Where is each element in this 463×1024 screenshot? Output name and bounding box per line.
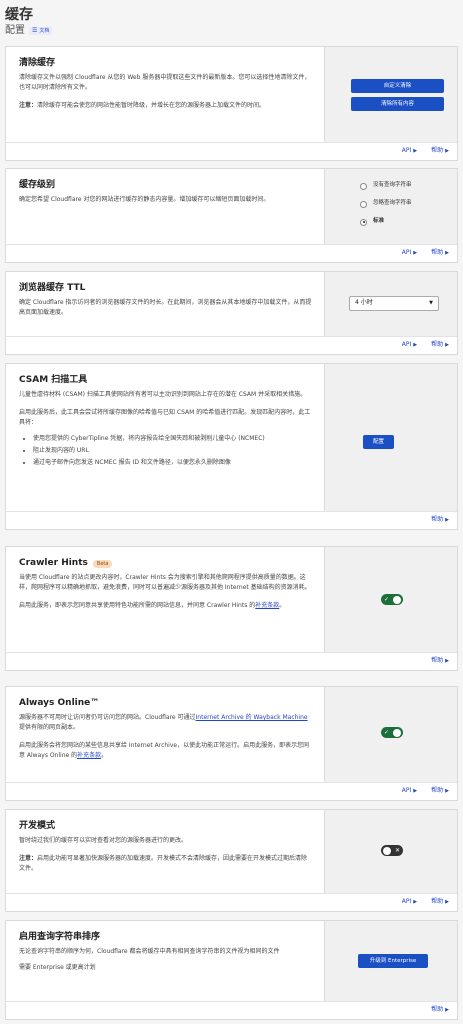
help-link[interactable]: 帮助 ▶ [431, 516, 449, 525]
api-link[interactable]: API ▶ [402, 147, 417, 156]
crawler-hints-card: Crawler Hints Beta 当使用 Cloudflare 的站点更改内… [5, 546, 458, 671]
dev-mode-note: 注意：启用此功能可显著加快源服务器的加载速度。开发模式不会清除缓存，因此需要在开… [19, 854, 312, 874]
purge-cache-title: 清除缓存 [19, 58, 56, 68]
radio-button[interactable] [360, 182, 367, 190]
query-sort-title: 启用查询字符串排序 [19, 932, 101, 942]
help-link[interactable]: 帮助 ▶ [431, 147, 449, 156]
radio-button[interactable] [360, 200, 367, 208]
configure-button[interactable]: 配置 [363, 435, 394, 449]
query-string-sort-card: 启用查询字符串排序 无论查询字符串的顺序为何，Cloudflare 都会将缓存中… [5, 920, 458, 1020]
note-label: 注意： [19, 855, 38, 863]
csam-desc-1: 儿童性虐待材料 (CSAM) 扫描工具使网站所有者可以主动识别到网站上存在的潜在… [19, 391, 307, 399]
help-link[interactable]: 帮助 ▶ [431, 341, 449, 350]
help-link[interactable]: 帮助 ▶ [431, 249, 449, 258]
help-link[interactable]: 帮助 ▶ [431, 657, 449, 666]
wayback-machine-link[interactable]: Internet Archive 的 Wayback Machine [196, 714, 308, 721]
chevron-right-icon: ▶ [445, 657, 449, 664]
always-online-toggle[interactable]: ✓ [381, 727, 403, 738]
supplemental-terms-link[interactable]: 补充条款 [77, 752, 101, 759]
dev-mode-title: 开发模式 [19, 821, 56, 831]
csam-title: CSAM 扫描工具 [19, 375, 88, 385]
chevron-right-icon: ▶ [445, 1006, 449, 1013]
toggle-knob [393, 595, 401, 604]
list-item: 阻止发现内容的 URL [33, 446, 312, 456]
chevron-right-icon: ▶ [445, 516, 449, 523]
csam-desc-2: 启用此服务后，此工具会尝试将所缓存图像的哈希值与已知 CSAM 的哈希值进行匹配… [19, 408, 312, 468]
beta-badge: Beta [92, 559, 113, 568]
help-link[interactable]: 帮助 ▶ [431, 787, 449, 796]
browser-ttl-select[interactable]: 4 小时 ▼ [349, 296, 439, 311]
csam-card: CSAM 扫描工具 儿童性虐待材料 (CSAM) 扫描工具使网站所有者可以主动识… [5, 363, 458, 530]
close-icon: ✕ [394, 847, 400, 854]
page-subtitle: 配置 ☰ 文档 [5, 24, 53, 37]
upgrade-enterprise-button[interactable]: 升级到 Enterprise [358, 954, 428, 968]
cache-level-desc: 确定您希望 Cloudflare 对您的网站进行缓存的静态内容量。增加缓存可以缩… [19, 196, 270, 204]
chevron-right-icon: ▶ [413, 249, 418, 256]
browser-ttl-card: 浏览器缓存 TTL 确定 Cloudflare 指示访问者的浏览器缓存文件的时长… [5, 271, 458, 355]
purge-cache-note: 注意：清除缓存可能会使您的网站性能暂时降级，并增长在您的源服务器上加载文件的时间… [19, 101, 312, 111]
radio-no-query-string[interactable]: 没有查询字符串 [360, 177, 457, 195]
chevron-down-icon: ▼ [429, 299, 433, 306]
always-online-desc-1: 源服务器不可用时让访问者仍可访问您的网站。Cloudflare 可通过Inter… [19, 714, 308, 732]
purge-everything-button[interactable]: 清除所有内容 [351, 97, 444, 111]
note-text: 清除缓存可能会使您的网站性能暂时降级，并增长在您的源服务器上加载文件的时间。 [37, 102, 266, 110]
always-online-desc-2: 启用此服务会将您网站的某些信息共享给 Internet Archive，以使此功… [19, 742, 310, 760]
chevron-right-icon: ▶ [413, 787, 418, 794]
cache-level-title: 缓存级别 [19, 180, 56, 190]
note-text: 启用此功能可显著加快源服务器的加载速度。开发模式不会清除缓存，因此需要在开发模式… [19, 855, 308, 873]
chevron-right-icon: ▶ [413, 898, 418, 905]
docs-icon: ☰ [32, 26, 38, 34]
page-header: 缓存 配置 ☰ 文档 [5, 6, 53, 37]
chevron-right-icon: ▶ [413, 341, 418, 348]
help-link[interactable]: 帮助 ▶ [431, 898, 449, 907]
chevron-right-icon: ▶ [413, 147, 418, 154]
help-link[interactable]: 帮助 ▶ [431, 1006, 449, 1015]
dev-mode-desc: 暂时绕过我们的缓存可以实时查看对您的源服务器进行的更改。 [19, 837, 188, 845]
crawler-hints-toggle[interactable]: ✓ [381, 594, 403, 605]
crawler-hints-title: Crawler Hints Beta [19, 557, 312, 570]
radio-standard[interactable]: 标准 [360, 213, 457, 231]
note-label: 注意： [19, 102, 38, 110]
chevron-right-icon: ▶ [445, 147, 449, 154]
chevron-right-icon: ▶ [445, 341, 449, 348]
chevron-right-icon: ▶ [445, 898, 449, 905]
dev-mode-toggle[interactable]: ✕ [381, 845, 403, 856]
subtitle-text: 配置 [5, 25, 25, 36]
page-title: 缓存 [5, 7, 33, 23]
cache-level-card: 缓存级别 确定您希望 Cloudflare 对您的网站进行缓存的静态内容量。增加… [5, 168, 458, 263]
always-online-card: Always Online™ 源服务器不可用时让访问者仍可访问您的网站。Clou… [5, 686, 458, 801]
crawler-hints-desc-2: 启用此服务，即表示您同意共享使用特色功能所需的网站信息，并同意 Crawler … [19, 602, 286, 610]
toggle-knob [393, 728, 401, 737]
select-value: 4 小时 [355, 299, 373, 307]
crawler-hints-desc-1: 当使用 Cloudflare 的站点更改内容时，Crawler Hints 会为… [19, 574, 311, 592]
dev-mode-card: 开发模式 暂时绕过我们的缓存可以实时查看对您的源服务器进行的更改。 注意：启用此… [5, 809, 458, 912]
list-item: 通过电子邮件向您发送 NCMEC 报告 ID 和文件路径，以便您永久删除图像 [33, 458, 312, 468]
supplemental-terms-link[interactable]: 补充条款 [255, 602, 279, 609]
browser-ttl-desc: 确定 Cloudflare 指示访问者的浏览器缓存文件的时长。在此期间，浏览器会… [19, 299, 312, 317]
api-link[interactable]: API ▶ [402, 341, 417, 350]
browser-ttl-title: 浏览器缓存 TTL [19, 283, 86, 293]
chevron-right-icon: ▶ [445, 787, 449, 794]
radio-button-selected[interactable] [360, 218, 367, 226]
list-item: 使用您提供的 CyberTipline 凭据，将内容报告给全国失踪和被剥削儿童中… [33, 434, 312, 444]
check-icon: ✓ [384, 596, 390, 603]
custom-purge-button[interactable]: 自定义清除 [351, 79, 444, 93]
purge-cache-card: 清除缓存 清除缓存文件以强制 Cloudflare 从您的 Web 服务器中提取… [5, 46, 458, 161]
csam-bullet-list: 使用您提供的 CyberTipline 凭据，将内容报告给全国失踪和被剥削儿童中… [33, 434, 312, 468]
purge-cache-desc: 清除缓存文件以强制 Cloudflare 从您的 Web 服务器中提取这些文件的… [19, 74, 311, 92]
docs-badge-label: 文档 [39, 27, 50, 34]
api-link[interactable]: API ▶ [402, 787, 417, 796]
toggle-knob [383, 846, 391, 855]
docs-badge[interactable]: ☰ 文档 [29, 26, 53, 35]
chevron-right-icon: ▶ [445, 249, 449, 256]
always-online-title: Always Online™ [19, 698, 100, 708]
api-link[interactable]: API ▶ [402, 898, 417, 907]
api-link[interactable]: API ▶ [402, 249, 417, 258]
query-sort-desc: 无论查询字符串的顺序为何，Cloudflare 都会将缓存中具有相同查询字符串的… [19, 948, 280, 956]
query-sort-requirement: 需要 Enterprise 或更高计划 [19, 964, 96, 972]
radio-ignore-query-string[interactable]: 忽略查询字符串 [360, 195, 457, 213]
check-icon: ✓ [384, 729, 390, 736]
